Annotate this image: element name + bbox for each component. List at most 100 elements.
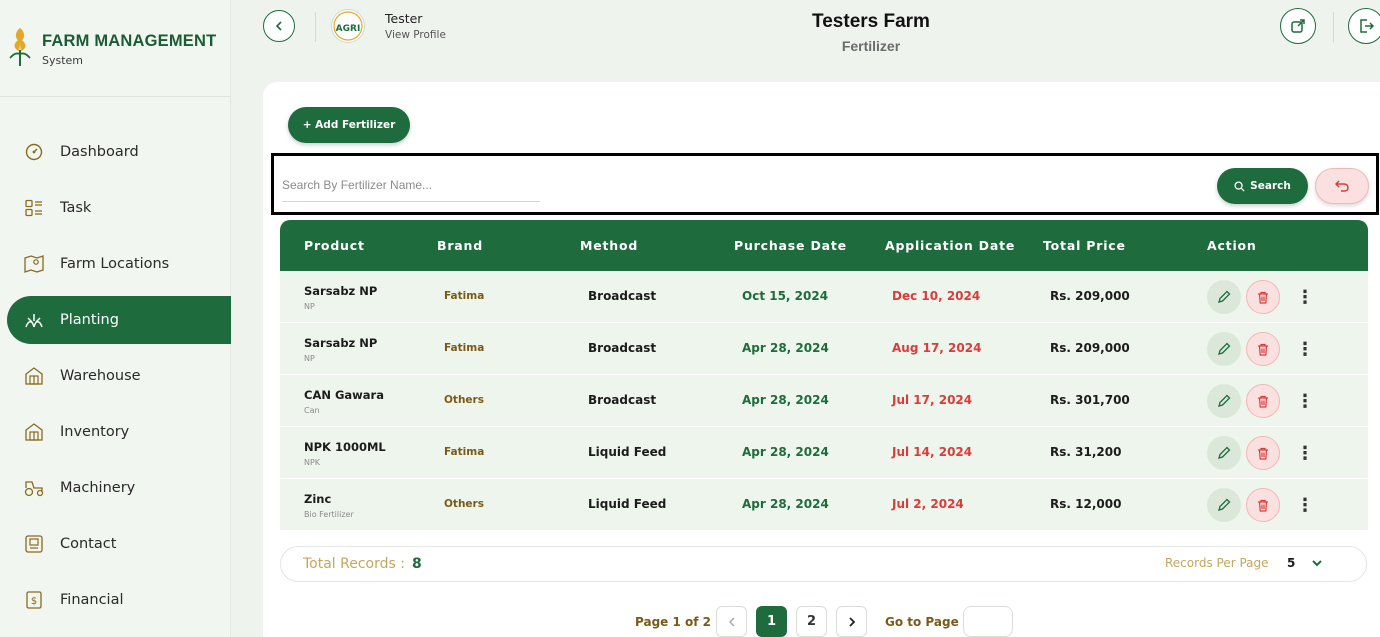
search-button[interactable]: Search bbox=[1217, 168, 1308, 204]
planting-icon bbox=[24, 310, 44, 330]
trash-icon bbox=[1258, 447, 1268, 460]
purchase-date-cell: Apr 28, 2024 bbox=[742, 497, 829, 511]
svg-text:$: $ bbox=[31, 596, 37, 607]
delete-button[interactable] bbox=[1246, 332, 1280, 366]
trash-icon bbox=[1258, 395, 1268, 408]
sidebar-item-task[interactable]: Task bbox=[0, 180, 231, 236]
table-header: Product Brand Method Purchase Date Appli… bbox=[280, 220, 1368, 271]
total-price-cell: Rs. 31,200 bbox=[1050, 445, 1122, 459]
trash-icon bbox=[1258, 291, 1268, 304]
pencil-icon bbox=[1218, 446, 1231, 459]
page-button[interactable]: 1 bbox=[756, 606, 787, 637]
task-icon bbox=[24, 198, 44, 218]
sidebar-item-label: Farm Locations bbox=[60, 256, 170, 272]
edit-button[interactable] bbox=[1207, 332, 1241, 366]
product-type: NP bbox=[304, 354, 315, 363]
inventory-icon bbox=[24, 422, 44, 442]
purchase-date-cell: Apr 28, 2024 bbox=[742, 393, 829, 407]
edit-button[interactable] bbox=[1207, 488, 1241, 522]
tractor-icon bbox=[24, 478, 44, 498]
brand: FARM MANAGEMENT System bbox=[8, 22, 216, 67]
application-date-cell: Jul 17, 2024 bbox=[892, 393, 973, 407]
column-header: Product bbox=[304, 238, 365, 253]
search-input[interactable] bbox=[282, 168, 540, 202]
table-row: NPK 1000ML NPK Fatima Liquid Feed Apr 28… bbox=[280, 427, 1368, 479]
sidebar-item-machinery[interactable]: Machinery bbox=[0, 460, 231, 516]
total-price-cell: Rs. 209,000 bbox=[1050, 341, 1130, 355]
sidebar-item-label: Contact bbox=[60, 536, 117, 552]
total-records-label: Total Records : bbox=[303, 556, 405, 572]
delete-button[interactable] bbox=[1246, 488, 1280, 522]
records-per-page-label: Records Per Page bbox=[1165, 556, 1269, 570]
brand-cell: Fatima bbox=[444, 342, 485, 354]
search-button-label: Search bbox=[1250, 180, 1291, 192]
sidebar-item-inventory[interactable]: Inventory bbox=[0, 404, 231, 460]
sidebar-item-dashboard[interactable]: Dashboard bbox=[0, 124, 231, 180]
search-panel: Search bbox=[271, 153, 1379, 215]
pencil-icon bbox=[1218, 290, 1231, 303]
sidebar-item-label: Machinery bbox=[60, 480, 136, 496]
total-price-cell: Rs. 301,700 bbox=[1050, 393, 1130, 407]
total-records-value: 8 bbox=[412, 556, 422, 572]
chevron-down-icon[interactable] bbox=[1311, 557, 1323, 569]
delete-button[interactable] bbox=[1246, 384, 1280, 418]
column-header: Application Date bbox=[885, 238, 1016, 253]
next-page-button[interactable] bbox=[836, 606, 867, 637]
pencil-icon bbox=[1218, 394, 1231, 407]
sidebar-item-label: Planting bbox=[60, 312, 119, 328]
main-card: + Add Fertilizer Search Product Brand Me… bbox=[263, 82, 1380, 637]
more-options-icon[interactable]: ⋮ bbox=[1296, 338, 1314, 360]
more-options-icon[interactable]: ⋮ bbox=[1296, 286, 1314, 308]
page-info: Page 1 of 2 bbox=[635, 615, 711, 629]
application-date-cell: Dec 10, 2024 bbox=[892, 289, 981, 303]
reset-button[interactable] bbox=[1315, 168, 1369, 204]
table-footer: Total Records : 8 Records Per Page 5 bbox=[280, 546, 1367, 582]
top-bar: AGRI Tester View Profile Testers Farm Fe… bbox=[231, 0, 1380, 80]
column-header: Action bbox=[1207, 238, 1257, 253]
purchase-date-cell: Oct 15, 2024 bbox=[742, 289, 829, 303]
more-options-icon[interactable]: ⋮ bbox=[1296, 494, 1314, 516]
contact-icon bbox=[24, 534, 44, 554]
table-row: Zinc Bio Fertilizer Others Liquid Feed A… bbox=[280, 479, 1368, 531]
table-row: CAN Gawara Can Others Broadcast Apr 28, … bbox=[280, 375, 1368, 427]
sidebar-item-financial[interactable]: $ Financial bbox=[0, 572, 231, 628]
method-cell: Broadcast bbox=[588, 341, 657, 355]
product-name: Zinc bbox=[304, 492, 332, 506]
total-price-cell: Rs. 12,000 bbox=[1050, 497, 1122, 511]
purchase-date-cell: Apr 28, 2024 bbox=[742, 445, 829, 459]
records-per-page-select[interactable]: 5 bbox=[1287, 556, 1295, 570]
go-to-page-label: Go to Page bbox=[885, 615, 959, 629]
purchase-date-cell: Apr 28, 2024 bbox=[742, 341, 829, 355]
pagination: Page 1 of 2 1 2 Go to Page bbox=[263, 606, 1380, 637]
add-fertilizer-button[interactable]: + Add Fertilizer bbox=[288, 107, 410, 143]
edit-button[interactable] bbox=[1207, 384, 1241, 418]
chevron-right-icon bbox=[848, 616, 855, 627]
prev-page-button[interactable] bbox=[716, 606, 747, 637]
delete-button[interactable] bbox=[1246, 436, 1280, 470]
application-date-cell: Aug 17, 2024 bbox=[892, 341, 982, 355]
sidebar-item-contact[interactable]: Contact bbox=[0, 516, 231, 572]
more-options-icon[interactable]: ⋮ bbox=[1296, 442, 1314, 464]
brand-cell: Fatima bbox=[444, 446, 485, 458]
product-name: Sarsabz NP bbox=[304, 336, 378, 350]
map-icon bbox=[24, 254, 44, 274]
pencil-icon bbox=[1218, 498, 1231, 511]
dashboard-icon bbox=[24, 142, 44, 162]
trash-icon bbox=[1258, 343, 1268, 356]
sidebar-item-planting[interactable]: Planting bbox=[7, 296, 231, 344]
more-options-icon[interactable]: ⋮ bbox=[1296, 390, 1314, 412]
application-date-cell: Jul 14, 2024 bbox=[892, 445, 973, 459]
page-button[interactable]: 2 bbox=[796, 606, 827, 637]
sidebar-item-warehouse[interactable]: Warehouse bbox=[0, 348, 231, 404]
logout-button[interactable] bbox=[1348, 8, 1380, 44]
brand-cell: Others bbox=[444, 394, 484, 406]
go-to-page-input[interactable] bbox=[963, 606, 1013, 637]
column-header: Total Price bbox=[1043, 238, 1126, 253]
edit-button[interactable] bbox=[1207, 436, 1241, 470]
column-header: Method bbox=[580, 238, 639, 253]
sidebar-item-farm-locations[interactable]: Farm Locations bbox=[0, 236, 231, 292]
delete-button[interactable] bbox=[1246, 280, 1280, 314]
sidebar-item-label: Task bbox=[60, 200, 92, 216]
edit-button[interactable] bbox=[1207, 280, 1241, 314]
share-button[interactable] bbox=[1280, 8, 1316, 44]
